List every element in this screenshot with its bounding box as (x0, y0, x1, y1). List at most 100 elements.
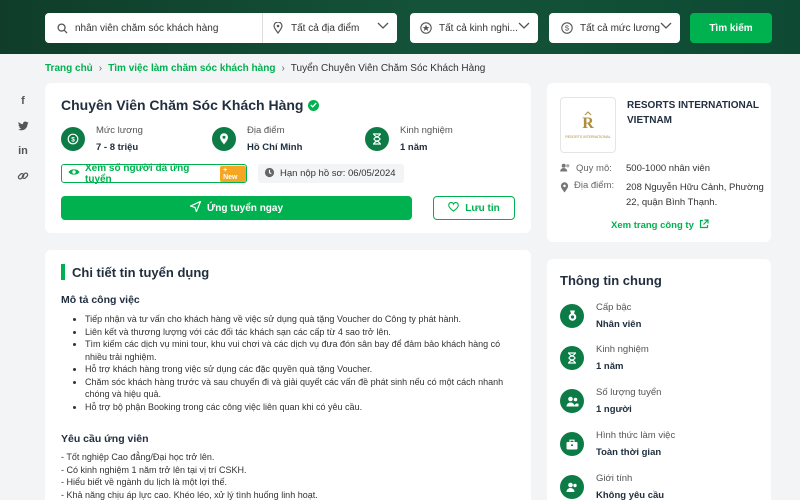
requirements-list: - Tốt nghiệp Cao đẳng/Đại học trở lên. -… (61, 451, 501, 500)
save-label: Lưu tin (465, 202, 500, 214)
view-company-link[interactable]: Xem trang công ty (611, 219, 709, 232)
search-button[interactable]: Tìm kiếm (690, 13, 772, 43)
requirements-title: Yêu cầu ứng viên (61, 433, 149, 445)
list-item: Hỗ trợ bộ phận Booking trong các công vi… (85, 401, 515, 414)
salary-icon: $ (61, 127, 85, 151)
deadline-text: Hạn nộp hồ sơ: 06/05/2024 (280, 168, 396, 179)
svg-text:$: $ (565, 24, 570, 33)
headcount-label: Số lượng tuyển (596, 387, 662, 398)
experience-value: 1 năm (596, 361, 624, 372)
twitter-icon[interactable] (13, 113, 33, 138)
breadcrumb: Trang chủ › Tìm việc làm chăm sóc khách … (45, 63, 485, 74)
search-header: nhân viên chăm sóc khách hàng Tất cả địa… (0, 0, 800, 54)
general-info-card: Thông tin chung Cấp bậc Nhân viên Kinh ng… (547, 259, 771, 500)
deadline-badge: Hạn nộp hồ sơ: 06/05/2024 (258, 164, 404, 183)
company-size-label: Quy mô: (576, 163, 612, 174)
job-header-card: Chuyên Viên Chăm Sóc Khách Hàng $ Mức lư… (45, 83, 531, 233)
people-icon (560, 163, 571, 175)
general-info-title: Thông tin chung (560, 273, 662, 288)
svg-text:$: $ (71, 136, 75, 143)
gender-label: Giới tính (596, 473, 633, 484)
list-item: - Có kinh nghiệm 1 năm trở lên tại vị tr… (61, 464, 247, 475)
chevron-down-icon (660, 22, 672, 33)
salary-stat: $ Mức lương 7 - 8 triệu (61, 125, 143, 153)
apply-button[interactable]: Ứng tuyển ngay (61, 196, 412, 220)
breadcrumb-category[interactable]: Tìm việc làm chăm sóc khách hàng (108, 63, 275, 74)
rank-label: Cấp bậc (596, 302, 632, 313)
chevron-right-icon: › (281, 63, 285, 74)
location-label: Địa điểm (247, 125, 285, 136)
send-icon (189, 200, 202, 215)
experience-stat: Kinh nghiệm 1 năm (365, 125, 453, 153)
people-icon (560, 389, 584, 413)
location-select[interactable]: Tất cả địa điểm (262, 13, 397, 43)
breadcrumb-current: Tuyển Chuyên Viên Chăm Sóc Khách Hàng (290, 63, 486, 74)
job-detail-card: Chi tiết tin tuyển dụng Mô tả công việc … (45, 250, 531, 500)
external-link-icon (699, 219, 709, 232)
job-title-text: Chuyên Viên Chăm Sóc Khách Hàng (61, 97, 304, 113)
work-type-value: Toàn thời gian (596, 447, 662, 458)
list-item: Tiếp nhận và tư vấn cho khách hàng về vi… (85, 313, 515, 326)
company-size-value: 500-1000 nhân viên (626, 163, 710, 174)
keyword-input[interactable]: nhân viên chăm sóc khách hàng (75, 23, 218, 34)
chevron-down-icon (518, 22, 530, 33)
save-job-button[interactable]: Lưu tin (433, 196, 515, 220)
list-item: Chăm sóc khách hàng trước và sau chuyến … (85, 376, 515, 401)
briefcase-icon (560, 432, 584, 456)
salary-value: 7 - 8 triệu (96, 142, 139, 153)
job-title: Chuyên Viên Chăm Sóc Khách Hàng (61, 97, 320, 113)
list-item: Tìm kiếm các dịch vụ mini tour, khu vui … (85, 338, 515, 363)
experience-label: Kinh nghiệm (400, 125, 453, 136)
rank-value: Nhân viên (596, 319, 642, 330)
hourglass-icon (365, 127, 389, 151)
company-address-label: Địa điểm: (574, 180, 615, 191)
salary-label: Mức lương (96, 125, 143, 136)
company-address-key: Địa điểm: (560, 180, 626, 210)
headcount-row: Số lượng tuyển 1 người (560, 387, 661, 415)
breadcrumb-home[interactable]: Trang chủ (45, 63, 93, 74)
location-value: Tất cả địa điểm (291, 22, 360, 34)
company-logo[interactable]: R RESORTS INTERNATIONAL (560, 97, 616, 153)
chevron-down-icon (377, 22, 389, 33)
company-size-key: Quy mô: (560, 161, 626, 176)
headcount-value: 1 người (596, 404, 632, 415)
link-icon[interactable] (13, 163, 33, 188)
share-rail: f in (13, 88, 33, 188)
list-item: - Hiểu biết về ngành du lịch là một lợi … (61, 477, 227, 487)
rank-icon (560, 304, 584, 328)
list-item: - Khả năng chịu áp lực cao. Khéo léo, xử… (61, 489, 318, 500)
view-applicants-label: Xem số người đã ứng tuyển (85, 162, 190, 185)
salary-value: Tất cả mức lương (580, 22, 660, 34)
industry-select[interactable]: Tất cả kinh nghi... (410, 13, 538, 43)
gender-row: Giới tính Không yêu cầu (560, 473, 664, 500)
location-icon (212, 127, 236, 151)
chevron-right-icon: › (98, 63, 103, 74)
description-title: Mô tả công việc (61, 294, 140, 306)
new-badge: + New (220, 165, 246, 182)
gender-icon (560, 475, 584, 499)
eye-icon (68, 168, 80, 179)
company-name[interactable]: RESORTS INTERNATIONAL VIETNAM (627, 98, 767, 128)
location-pin-icon (271, 21, 285, 35)
gender-value: Không yêu cầu (596, 490, 665, 500)
experience-row: Kinh nghiệm 1 năm (560, 344, 649, 372)
clock-icon (264, 167, 275, 181)
location-value: Hồ Chí Minh (247, 142, 303, 153)
new-badge-text: New (223, 173, 238, 181)
linkedin-icon[interactable]: in (13, 138, 33, 163)
location-pin-icon (560, 182, 569, 196)
apply-label: Ứng tuyển ngay (206, 202, 284, 214)
company-card: R RESORTS INTERNATIONAL RESORTS INTERNAT… (547, 83, 771, 242)
work-type-row: Hình thức làm việc Toàn thời gian (560, 430, 675, 458)
industry-value: Tất cả kinh nghi... (439, 22, 518, 34)
view-applicants-button[interactable]: Xem số người đã ứng tuyển + New (61, 162, 247, 185)
logo-text: RESORTS INTERNATIONAL (565, 135, 611, 139)
company-size-row: Quy mô: 500-1000 nhân viên (560, 161, 766, 176)
experience-label: Kinh nghiệm (596, 344, 649, 355)
facebook-icon[interactable]: f (13, 88, 33, 113)
salary-select[interactable]: $ Tất cả mức lương (549, 13, 680, 43)
description-list: Tiếp nhận và tư vấn cho khách hàng về vi… (85, 313, 515, 413)
svg-text:R: R (582, 115, 594, 132)
view-company-label: Xem trang công ty (611, 220, 694, 231)
hourglass-icon (560, 346, 584, 370)
